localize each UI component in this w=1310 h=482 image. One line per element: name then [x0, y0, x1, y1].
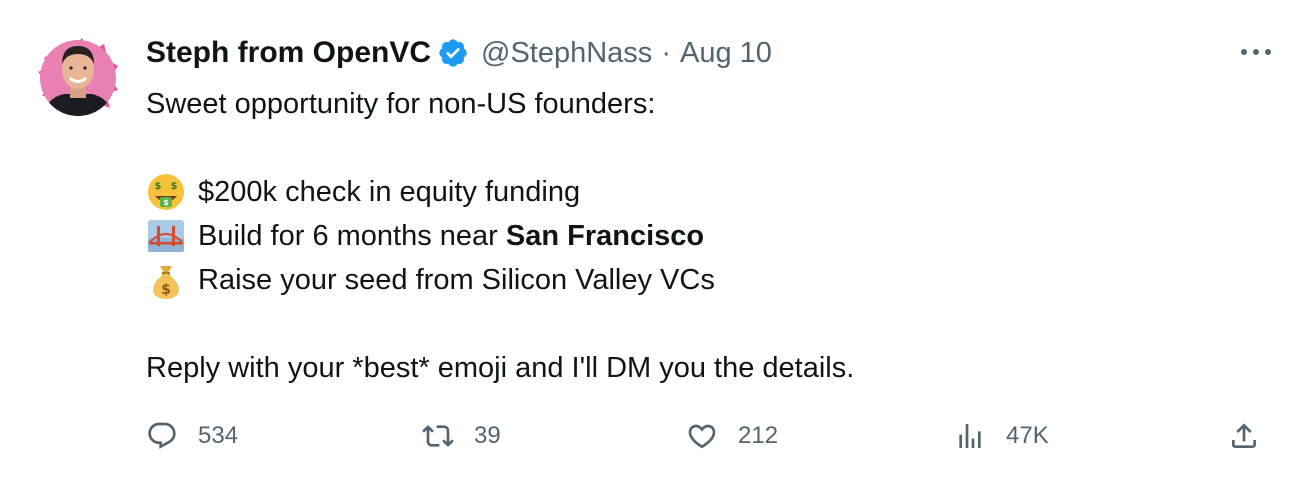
like-icon	[688, 424, 716, 449]
views-count: 47K	[1006, 422, 1049, 449]
retweet-button[interactable]: 39	[422, 414, 501, 458]
author-name[interactable]: Steph from OpenVC	[146, 36, 431, 70]
bullet-text-3: Raise your seed from Silicon Valley VCs	[198, 264, 715, 296]
intro-line: Sweet opportunity for non-US founders:	[146, 88, 656, 120]
reply-count: 534	[198, 422, 239, 449]
svg-text:$: $	[163, 198, 169, 207]
separator-dot: ·	[661, 36, 671, 69]
avatar[interactable]	[38, 32, 118, 118]
tweet[interactable]: Steph from OpenVC @StephNass · Aug 10 Sw…	[0, 0, 1310, 482]
tweet-actions: 534 39 212 47K	[146, 414, 1276, 458]
bullet-text-2-bold: San Francisco	[505, 220, 705, 252]
money-mouth-face-emoji: $ $ $	[148, 174, 184, 210]
reply-button[interactable]: 534	[146, 414, 238, 458]
tweet-body: Sweet opportunity for non-US founders: $…	[146, 82, 1246, 390]
views-icon	[959, 424, 981, 448]
bridge-at-night-emoji	[148, 220, 184, 252]
verified-badge-icon[interactable]	[437, 37, 469, 69]
bullet-line-3: $ Raise your seed from Silicon Valley VC…	[146, 258, 1246, 302]
like-count: 212	[738, 422, 779, 449]
author-handle[interactable]: @StephNass	[481, 37, 652, 70]
bullet-text-2-prefix: Build for 6 months near	[198, 220, 506, 252]
svg-text:$: $	[161, 282, 171, 298]
share-icon	[1232, 423, 1256, 448]
svg-text:$: $	[171, 181, 178, 192]
share-button[interactable]	[1228, 414, 1260, 458]
tweet-header: Steph from OpenVC @StephNass · Aug 10	[146, 30, 772, 76]
bullet-line-1: $ $ $ $200k check in equity funding	[146, 170, 1246, 214]
retweet-icon	[422, 425, 454, 447]
views-button[interactable]: 47K	[954, 414, 1049, 458]
bullet-line-2: Build for 6 months near San Francisco	[146, 214, 1246, 258]
reply-icon	[148, 422, 176, 449]
more-options-icon[interactable]	[1236, 38, 1276, 66]
money-bag-emoji: $	[153, 266, 179, 299]
bullet-text-1: $200k check in equity funding	[198, 176, 581, 208]
closing-line: Reply with your *best* emoji and I'll DM…	[146, 352, 855, 384]
tweet-date[interactable]: Aug 10	[680, 37, 772, 70]
retweet-count: 39	[474, 422, 501, 449]
svg-text:$: $	[155, 181, 162, 192]
like-button[interactable]: 212	[686, 414, 778, 458]
